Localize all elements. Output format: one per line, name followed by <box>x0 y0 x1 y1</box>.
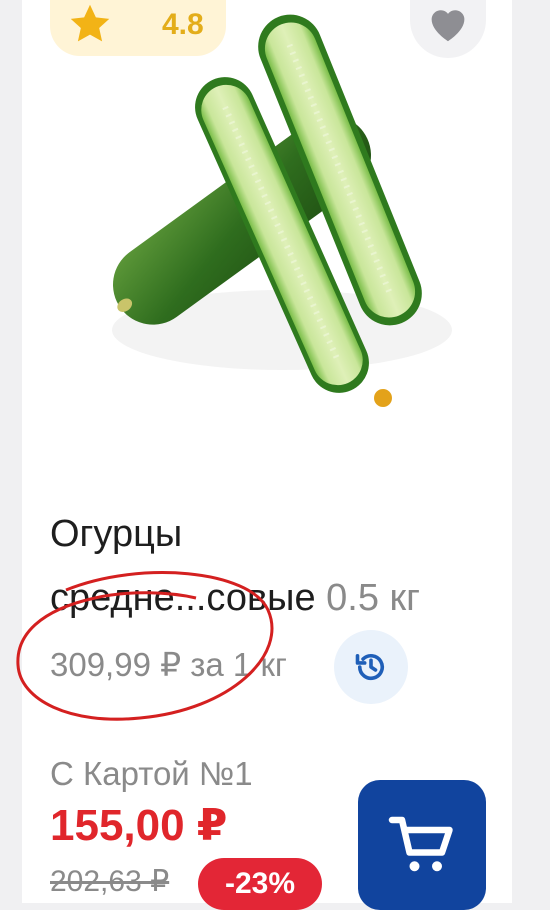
current-price: 155,00 ₽ <box>50 801 228 850</box>
loyalty-card-label: С Картой №1 <box>50 755 253 792</box>
product-card[interactable]: 4.8 Огурцы средне...совые 0.5 кг 309,99 … <box>22 0 512 910</box>
product-name[interactable]: Огурцы средне...совые 0.5 кг <box>50 502 510 630</box>
unit-price: 309,99 ₽ за 1 кг <box>50 646 287 683</box>
product-name-line1: Огурцы <box>50 513 183 555</box>
old-price: 202,63 ₽ <box>50 865 170 898</box>
price-history-icon <box>355 653 385 681</box>
product-weight: 0.5 кг <box>326 577 421 619</box>
product-image[interactable] <box>62 0 502 460</box>
cart-icon <box>388 816 453 872</box>
price-history-button[interactable] <box>334 630 408 704</box>
add-to-cart-button[interactable] <box>358 780 486 910</box>
discount-badge: -23% <box>198 858 322 910</box>
product-name-line2: средне...совые <box>50 577 316 619</box>
